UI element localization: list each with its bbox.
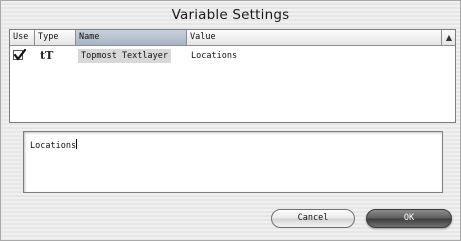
value-text-area[interactable]: Locations (23, 131, 443, 193)
text-caret (76, 139, 78, 149)
value-text: Locations (30, 141, 77, 151)
variables-table[interactable]: Use Type Name Value ▲ tT Topmost Textlay… (9, 29, 456, 123)
column-header-use[interactable]: Use (10, 30, 35, 45)
text-layer-icon: tT (40, 49, 54, 62)
use-cell (10, 46, 35, 66)
use-checkbox[interactable] (13, 48, 27, 61)
value-cell: Locations (191, 51, 238, 61)
column-header-value[interactable]: Value (187, 30, 442, 45)
column-header-name[interactable]: Name (76, 30, 187, 45)
title-bar[interactable]: Variable Settings (1, 1, 460, 28)
table-header: Use Type Name Value ▲ (10, 30, 455, 46)
ok-button[interactable]: OK (366, 209, 452, 228)
dialog-title: Variable Settings (171, 7, 290, 23)
table-row[interactable]: tT Topmost Textlayer Locations (10, 46, 455, 66)
name-cell: Topmost Textlayer (78, 49, 171, 63)
cancel-button[interactable]: Cancel (271, 209, 355, 228)
sort-order-icon[interactable]: ▲ (443, 30, 455, 45)
column-header-type[interactable]: Type (35, 30, 76, 45)
variable-settings-dialog: Variable Settings Use Type Name Value ▲ … (0, 0, 461, 241)
checkmark-icon (13, 48, 27, 61)
type-cell: tT (40, 46, 70, 66)
